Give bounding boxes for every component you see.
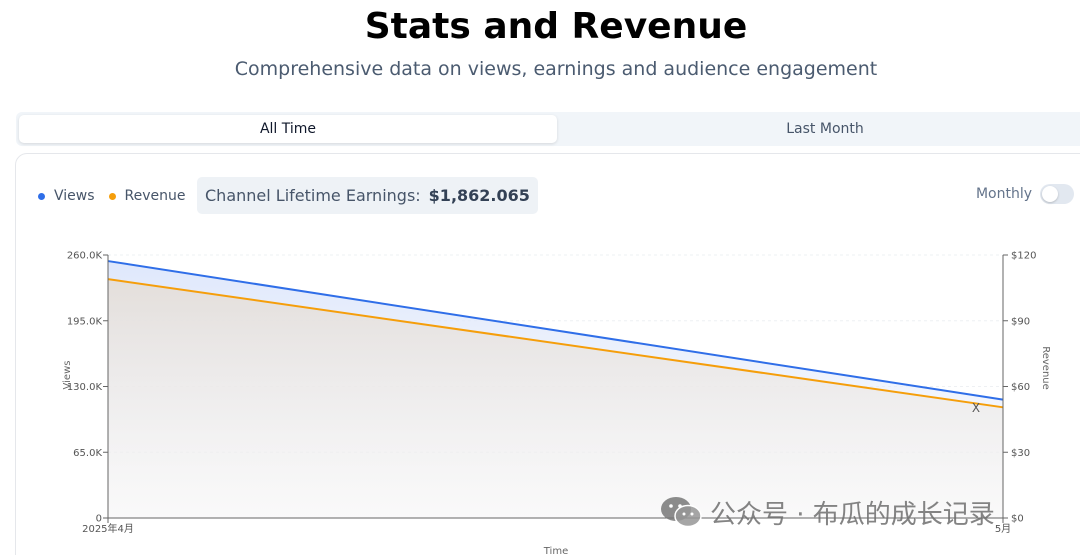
y-axis-left-title: Views xyxy=(62,361,73,390)
x-tick-label: 5月 xyxy=(995,523,1011,535)
y-right-tick-label: $120 xyxy=(1011,251,1036,262)
y-left-tick-label: 260.0K xyxy=(67,251,103,262)
y-left-tick-label: 65.0K xyxy=(73,448,102,459)
page: Stats and Revenue Comprehensive data on … xyxy=(0,0,1080,555)
revenue-area xyxy=(108,279,1003,518)
chart-marker-text: X xyxy=(972,401,980,415)
x-axis-title: Time xyxy=(543,546,568,555)
y-left-tick-label: 195.0K xyxy=(67,316,103,327)
wechat-icon xyxy=(661,497,702,528)
watermark: 公众号 · 布瓜的成长记录 xyxy=(660,493,995,531)
watermark-text: 公众号 · 布瓜的成长记录 xyxy=(710,499,995,530)
y-right-tick-label: $60 xyxy=(1011,382,1030,393)
y-right-tick-label: $0 xyxy=(1011,514,1024,525)
y-left-tick-label: 0 xyxy=(96,514,102,525)
views-revenue-chart: 065.0K130.0K195.0K260.0K$0$30$60$90$1202… xyxy=(62,251,1051,555)
chart-areas xyxy=(108,261,1003,518)
y-axis-right-title: Revenue xyxy=(1040,346,1051,390)
x-tick-label: 2025年4月 xyxy=(82,522,134,535)
y-right-tick-label: $30 xyxy=(1011,448,1030,459)
y-right-tick-label: $90 xyxy=(1011,316,1030,327)
